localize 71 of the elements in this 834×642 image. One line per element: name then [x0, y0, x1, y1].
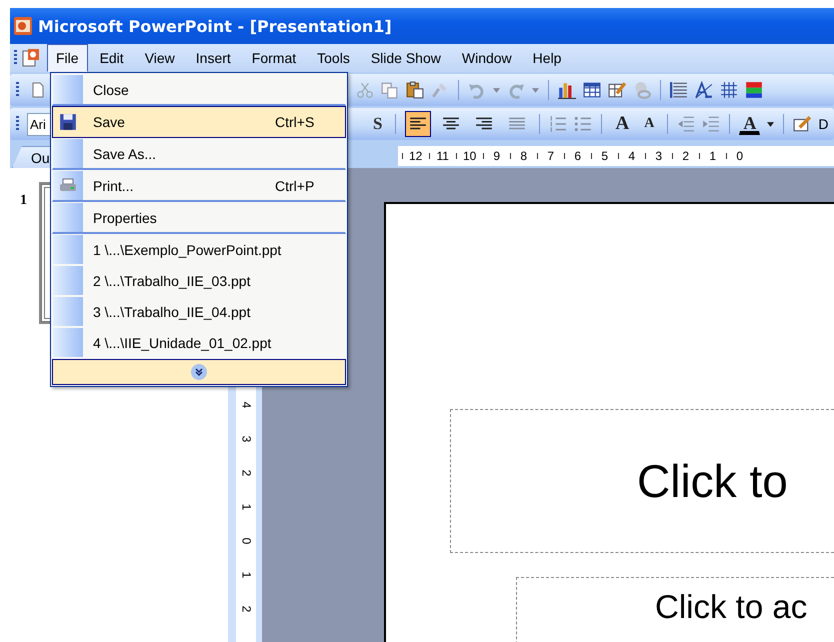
ruler-number: 6 — [573, 149, 582, 163]
bullets-icon[interactable] — [574, 115, 592, 133]
grow-font-button[interactable]: A — [611, 112, 634, 136]
ruler-number: 1 — [708, 149, 718, 163]
expand-menu-button[interactable] — [52, 359, 346, 385]
table-pencil-icon[interactable] — [608, 81, 626, 99]
increase-indent-icon[interactable] — [702, 115, 720, 133]
menu-item[interactable]: Help — [524, 44, 570, 72]
menu-item[interactable]: Edit — [90, 44, 133, 72]
app-icon — [14, 17, 32, 35]
placeholder-text: Click to ac — [655, 588, 808, 625]
chevron-down-icon — [191, 364, 207, 380]
expand-icon[interactable] — [670, 81, 688, 99]
ruler-number: 4 — [238, 402, 254, 408]
shrink-font-button[interactable]: A — [640, 115, 658, 133]
clipboard-icon[interactable] — [406, 81, 424, 99]
shortcut-text: Ctrl+S — [275, 114, 316, 130]
menu-item[interactable]: 2 \...\Trabalho_IIE_03.ppt — [52, 265, 346, 296]
color-icon[interactable] — [745, 81, 763, 99]
ruler-number: 1 — [238, 572, 254, 578]
grid-icon[interactable] — [720, 81, 738, 99]
font-color-button[interactable]: A — [739, 114, 760, 134]
design-label[interactable]: D — [818, 116, 828, 132]
placeholder-text: Click to — [637, 454, 788, 508]
ruler-number: 3 — [654, 149, 664, 163]
new-document-icon[interactable] — [30, 81, 46, 99]
menu-item[interactable]: Insert — [186, 44, 240, 72]
shadow-button[interactable]: S — [369, 113, 386, 135]
ruler-number: 0 — [238, 538, 254, 544]
subtitle-placeholder[interactable]: Click to ac — [516, 577, 834, 642]
ruler-number: 11 — [436, 149, 450, 163]
menu-item[interactable]: Properties — [52, 202, 346, 234]
design-icon[interactable] — [793, 115, 812, 133]
ruler-number: 7 — [546, 149, 556, 163]
ruler-number: 2 — [681, 149, 690, 163]
ruler-number: 2 — [238, 606, 254, 612]
menu-item[interactable]: 1 \...\Exemplo_PowerPoint.ppt — [52, 234, 346, 265]
title-placeholder[interactable]: Click to — [450, 409, 834, 553]
ruler-number: 1 — [238, 504, 254, 510]
menu-item[interactable]: Tools — [308, 44, 359, 72]
formatting-icon[interactable] — [695, 81, 713, 99]
document-icon[interactable] — [21, 48, 41, 68]
shortcut-text: Ctrl+P — [275, 178, 316, 194]
table-icon[interactable] — [583, 81, 601, 99]
numbering-icon[interactable] — [549, 115, 568, 133]
ruler-number: 2 — [238, 470, 254, 476]
menu-item[interactable]: 3 \...\Trabalho_IIE_04.ppt — [52, 296, 346, 327]
ruler-number: 4 — [627, 149, 636, 163]
menu-item[interactable]: Slide Show — [362, 44, 450, 72]
bar-chart-icon[interactable] — [558, 81, 576, 99]
ruler-number: 3 — [238, 436, 254, 442]
ruler-number: 0 — [735, 149, 744, 163]
copy-icon[interactable] — [381, 81, 399, 99]
slide-number: 1 — [20, 193, 27, 209]
menu-item[interactable]: 4 \...\IIE_Unidade_01_02.ppt — [52, 327, 346, 358]
ruler-number: 9 — [492, 149, 502, 163]
menu-item[interactable]: View — [136, 44, 184, 72]
window-title: Microsoft PowerPoint - [Presentation1] — [38, 16, 392, 36]
menu-item[interactable]: Save As... — [52, 138, 346, 170]
menu-item[interactable]: Format — [242, 44, 306, 72]
menu-item[interactable]: File — [47, 44, 88, 72]
ruler-number: 5 — [600, 149, 610, 163]
ruler-number: 10 — [462, 149, 477, 163]
menu-item[interactable]: Window — [452, 44, 521, 72]
ruler-number: 12 — [408, 149, 423, 163]
menu-item[interactable]: Print... Ctrl+P — [52, 170, 346, 202]
ruler-number: 8 — [519, 149, 528, 163]
alignment-button[interactable] — [405, 111, 432, 137]
decrease-indent-icon[interactable] — [677, 115, 696, 133]
caret-icon[interactable] — [767, 122, 774, 126]
menu-item[interactable]: Save Ctrl+S — [52, 106, 346, 138]
